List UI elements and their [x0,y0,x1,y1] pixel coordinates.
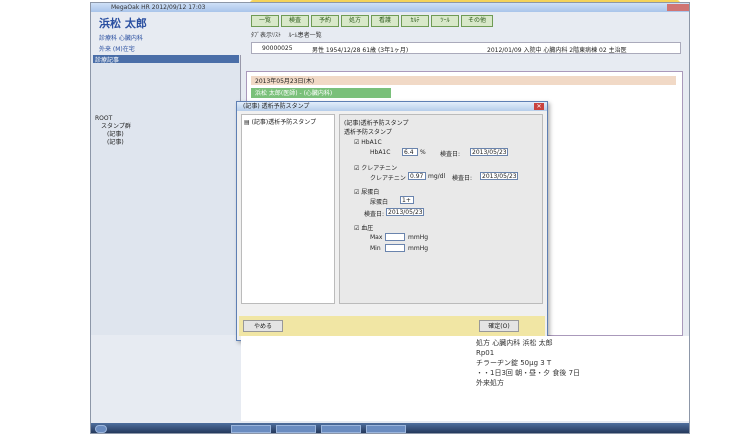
tab-rx[interactable]: 処方 [341,15,369,27]
patient-name: 浜松 太郎 [99,17,147,30]
window-controls[interactable] [667,4,689,11]
dialog-title: (記事) 透析予防スタンプ ✕ [237,102,547,111]
bp-min-unit: mmHg [408,245,429,252]
hba1c-unit: % [420,149,426,156]
tab-nurse[interactable]: 看護 [371,15,399,27]
dialog-footer: やめる 確定(O) [239,316,545,336]
cre-input[interactable]: 0.97 [408,172,426,180]
bp-max-unit: mmHg [408,234,429,241]
tab-exam[interactable]: 検査 [281,15,309,27]
form-title: (記事)透析予防スタンプ [344,120,409,127]
cre-check[interactable]: ☑ クレアチニン [354,163,397,172]
tab-other[interactable]: その他 [461,15,493,27]
patient-bar: 90000025 男性 1954/12/28 61歳 (3年1ヶ月) 2012/… [251,42,681,54]
tab-list[interactable]: 一覧 [251,15,279,27]
section-title: 透析予防スタンプ [344,129,392,136]
stamp-tree: ROOT スタンプ群 (記事) (記事) [95,115,131,147]
folder-icon: ▤ [244,119,250,126]
prescription-text: 処方 心臓内科 浜松 太郎 Rp01 チラーヂン錠 50μg 3 T ・・1日3… [476,338,580,388]
app-window: MegaOak HR 2012/09/12 17:03 浜松 太郎 診療科 心臓… [90,2,690,434]
tree-item[interactable]: ROOT [95,115,131,123]
stamp-form: (記事)透析予防スタンプ 透析予防スタンプ ☑ HbA1C HbA1C 6.4 … [339,114,543,304]
cre-date-input[interactable]: 2013/05/23 [480,172,518,180]
tab-tool[interactable]: ﾂｰﾙ [431,15,459,27]
cre-date-label: 検査日: [452,175,473,182]
hba1c-date-input[interactable]: 2013/05/23 [470,148,508,156]
taskbar-item[interactable] [276,425,316,433]
hba1c-sub: HbA1C [370,149,391,156]
left-pane [91,55,241,335]
tab-reserve[interactable]: 予約 [311,15,339,27]
patient-sub: 外来 (M)在宅 [99,46,135,53]
tree-item[interactable]: スタンプ群 [95,123,131,131]
patient-info: 男性 1954/12/28 61歳 (3年1ヶ月) [312,47,409,54]
start-button[interactable] [95,425,107,433]
hba1c-input[interactable]: 6.4 [402,148,418,156]
confirm-button[interactable]: 確定(O) [479,320,519,332]
author-tab[interactable]: 浜松 太郎(医師) - (心臓内科) [251,88,391,98]
bp-check[interactable]: ☑ 血圧 [354,223,373,232]
dialog-tree-item[interactable]: (記事)透析予防スタンプ [252,119,317,126]
hba1c-date-label: 検査日: [440,151,461,158]
urine-date-label: 検査日: [364,211,385,218]
urine-date-input[interactable]: 2013/05/23 [386,208,424,216]
taskbar-item[interactable] [231,425,271,433]
patient-extra: 2012/01/09 入院中 心臓内科 2階東病棟 02 主治医 [487,47,627,54]
hba1c-label: HbA1C [361,139,382,146]
urine-label: 尿蛋白 [361,189,380,196]
cre-label: クレアチニン [361,165,398,172]
rx-line: チラーヂン錠 50μg 3 T [476,359,552,367]
close-icon[interactable]: ✕ [534,103,544,110]
window-title: MegaOak HR 2012/09/12 17:03 [111,4,206,11]
stamp-dialog: (記事) 透析予防スタンプ ✕ ▤ (記事)透析予防スタンプ (記事)透析予防ス… [236,101,548,341]
patient-header: 浜松 太郎 診療科 心臓内科 外来 (M)在宅 [99,15,249,59]
left-pane-header: 診療記事 [93,55,239,64]
editor-date-strip: 2013年05月23日(木) [251,76,676,85]
patient-id: 90000025 [262,45,293,52]
editor-date: 2013年05月23日(木) [255,78,315,85]
room-patient-list[interactable]: ﾙｰﾑ患者一覧 [289,32,322,39]
tree-item[interactable]: (記事) [95,131,131,139]
bp-min-label: Min [370,245,381,252]
bp-max-input[interactable] [385,233,405,241]
cre-sub: クレアチニン [370,175,406,182]
tab-display-list[interactable]: ﾀﾌﾞ表示ﾘｽﾄ [251,32,281,39]
prescription-area [241,336,689,421]
dialog-title-text: (記事) 透析予防スタンプ [243,103,310,110]
sub-toolbar: ﾀﾌﾞ表示ﾘｽﾄ ﾙｰﾑ患者一覧 [251,30,671,40]
patient-dept: 診療科 心臓内科 [99,35,143,42]
urine-input[interactable]: 1+ [400,196,414,204]
title-bar: MegaOak HR 2012/09/12 17:03 [91,3,689,12]
tree-item[interactable]: (記事) [95,139,131,147]
rx-line: 処方 心臓内科 浜松 太郎 [476,339,553,347]
bp-max-label: Max [370,234,383,241]
hba1c-check[interactable]: ☑ HbA1C [354,139,382,146]
rx-line: Rp01 [476,349,495,357]
rx-line: ・・1日3回 朝・昼・夕 食後 7日 [476,369,581,377]
taskbar-item[interactable] [366,425,406,433]
bp-label: 血圧 [361,225,374,232]
dialog-tree: ▤ (記事)透析予防スタンプ [241,114,335,304]
taskbar-item[interactable] [321,425,361,433]
urine-sub: 尿蛋白 [370,199,389,206]
cancel-button[interactable]: やめる [243,320,283,332]
rx-line: 外来処方 [476,379,504,387]
taskbar [91,423,689,433]
cre-unit: mg/dl [428,173,446,180]
urine-check[interactable]: ☑ 尿蛋白 [354,187,379,196]
tab-chart[interactable]: ｶﾙﾃ [401,15,429,27]
bp-min-input[interactable] [385,244,405,252]
